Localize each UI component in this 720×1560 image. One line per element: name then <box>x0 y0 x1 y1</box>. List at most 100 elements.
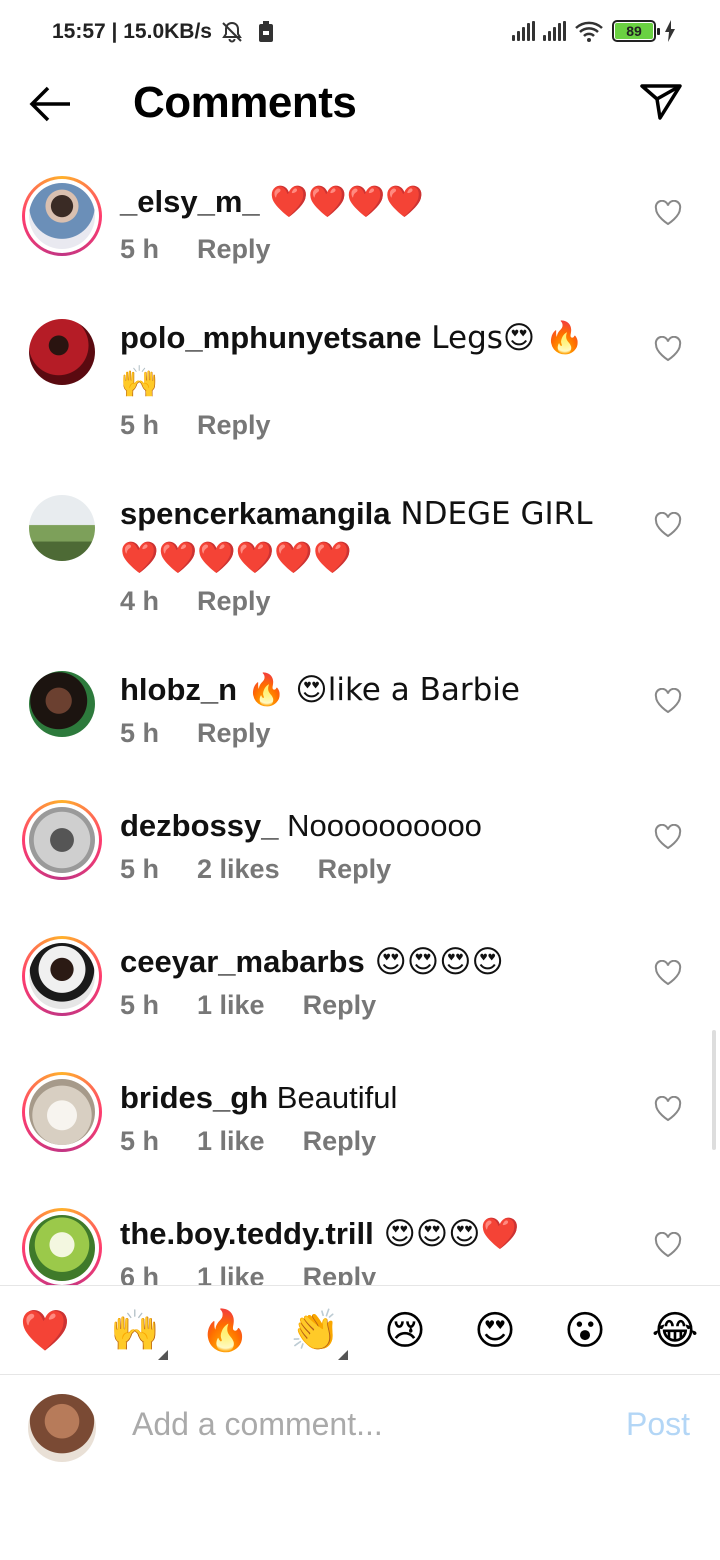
back-arrow-icon[interactable] <box>28 84 74 124</box>
skin-tone-indicator-icon <box>158 1350 168 1360</box>
comment-username[interactable]: _elsy_m_ <box>120 184 260 219</box>
comment-meta: 5 h 1 like Reply <box>120 990 376 1021</box>
charging-bolt-icon <box>665 20 675 42</box>
emoji-quick-bar: ❤️ 🙌 🔥 👏 😢 😍 😮 😂 <box>0 1285 720 1375</box>
status-bar: 15:57 | 15.0KB/s 89 <box>0 0 720 66</box>
comment-meta: 5 h 2 likes Reply <box>120 854 391 885</box>
comment-username[interactable]: brides_gh <box>120 1080 268 1115</box>
comment-body: Beautiful <box>268 1080 398 1115</box>
comment-time: 5 h <box>120 410 160 440</box>
heart-outline-icon[interactable] <box>654 960 682 986</box>
comment-meta: 6 h 1 like Reply <box>120 1262 376 1285</box>
comment-likes[interactable]: 1 like <box>197 1126 265 1157</box>
comment-text: hlobz_n 🔥 😍like a Barbie <box>120 668 610 712</box>
comment-username[interactable]: the.boy.teddy.trill <box>120 1216 374 1251</box>
comment-item: _elsy_m_ ❤️❤️❤️❤️ 5 h Reply <box>0 168 720 298</box>
heart-emoji-button[interactable]: ❤️ <box>20 1306 70 1356</box>
avatar[interactable] <box>22 312 102 392</box>
comment-item: dezbossy_ Noooooooooo 5 h 2 likes Reply <box>0 792 720 922</box>
battery-icon: 89 <box>612 20 660 42</box>
comment-text: ceeyar_mabarbs 😍😍😍😍 <box>120 940 610 984</box>
comment-time: 5 h <box>120 234 160 264</box>
comment-likes[interactable]: 2 likes <box>197 854 280 885</box>
avatar[interactable] <box>22 1072 102 1152</box>
heart-outline-icon[interactable] <box>654 688 682 714</box>
surprised-emoji-button[interactable]: 😮 <box>560 1306 610 1356</box>
comment-item: hlobz_n 🔥 😍like a Barbie 5 h Reply <box>0 656 720 786</box>
crying-emoji-button[interactable]: 😢 <box>380 1306 430 1356</box>
comment-username[interactable]: ceeyar_mabarbs <box>120 944 365 979</box>
reply-button[interactable]: Reply <box>197 410 271 441</box>
reply-button[interactable]: Reply <box>303 1262 377 1285</box>
comment-body: 😍😍😍😍 <box>364 944 504 980</box>
page-title: Comments <box>133 78 357 127</box>
comment-body: Noooooooooo <box>278 808 482 843</box>
comment-time: 5 h <box>120 1126 160 1156</box>
comment-item: the.boy.teddy.trill 😍😍😍❤️ 6 h 1 like Rep… <box>0 1200 720 1285</box>
clapping-emoji: 👏 <box>290 1308 340 1354</box>
comment-likes[interactable]: 1 like <box>197 1262 265 1285</box>
muted-bell-icon <box>222 21 242 43</box>
comment-composer: Add a comment... Post <box>0 1376 720 1476</box>
status-left: 15:57 | 15.0KB/s <box>52 20 274 44</box>
sim-card-icon <box>258 21 273 42</box>
heart-outline-icon[interactable] <box>654 512 682 538</box>
avatar[interactable] <box>22 800 102 880</box>
comment-time: 4 h <box>120 586 160 616</box>
header: Comments <box>0 66 720 146</box>
comment-body: 🔥 😍like a Barbie <box>237 672 520 708</box>
raising-hands-emoji-button[interactable]: 🙌 <box>110 1306 168 1360</box>
skin-tone-indicator-icon <box>338 1350 348 1360</box>
comment-username[interactable]: polo_mphunyetsane <box>120 320 421 355</box>
comment-meta: 5 h Reply <box>120 234 271 265</box>
heart-outline-icon[interactable] <box>654 200 682 226</box>
comment-time: 5 h <box>120 854 160 884</box>
heart-outline-icon[interactable] <box>654 824 682 850</box>
comment-time: 5 h <box>120 990 160 1020</box>
avatar[interactable] <box>22 664 102 744</box>
signal-strength-2-icon <box>543 21 566 41</box>
comment-list[interactable]: _elsy_m_ ❤️❤️❤️❤️ 5 h Reply polo_mphunye… <box>0 168 720 1285</box>
avatar[interactable] <box>22 936 102 1016</box>
reply-button[interactable]: Reply <box>197 586 271 617</box>
my-avatar <box>28 1394 96 1462</box>
comment-username[interactable]: dezbossy_ <box>120 808 279 843</box>
reply-button[interactable]: Reply <box>197 234 271 265</box>
laughing-emoji-button[interactable]: 😂 <box>650 1306 700 1356</box>
avatar[interactable] <box>22 176 102 256</box>
heart-outline-icon[interactable] <box>654 1232 682 1258</box>
comment-username[interactable]: spencerkamangila <box>120 496 391 531</box>
post-button[interactable]: Post <box>626 1406 690 1443</box>
comment-item: polo_mphunyetsane Legs😍 🔥 🙌 5 h Reply <box>0 304 720 474</box>
heart-outline-icon[interactable] <box>654 1096 682 1122</box>
comment-text: brides_gh Beautiful <box>120 1076 610 1120</box>
heart-eyes-emoji-button[interactable]: 😍 <box>470 1306 520 1356</box>
reply-button[interactable]: Reply <box>303 990 377 1021</box>
comment-meta: 4 h Reply <box>120 586 271 617</box>
scrollbar[interactable] <box>712 1030 716 1150</box>
reply-button[interactable]: Reply <box>318 854 392 885</box>
comment-text: the.boy.teddy.trill 😍😍😍❤️ <box>120 1212 610 1256</box>
comment-likes[interactable]: 1 like <box>197 990 265 1021</box>
avatar[interactable] <box>22 488 102 568</box>
reply-button[interactable]: Reply <box>303 1126 377 1157</box>
send-icon[interactable] <box>638 82 684 122</box>
clapping-emoji-button[interactable]: 👏 <box>290 1306 348 1360</box>
avatar[interactable] <box>22 1208 102 1285</box>
comment-meta: 5 h 1 like Reply <box>120 1126 376 1157</box>
comment-item: spencerkamangila NDEGE GIRL ❤️❤️❤️❤️❤️❤️… <box>0 480 720 650</box>
battery-level: 89 <box>615 23 653 39</box>
reply-button[interactable]: Reply <box>197 718 271 749</box>
fire-emoji-button[interactable]: 🔥 <box>200 1306 250 1356</box>
heart-outline-icon[interactable] <box>654 336 682 362</box>
status-time-speed: 15:57 | 15.0KB/s <box>52 20 212 43</box>
comment-item: brides_gh Beautiful 5 h 1 like Reply <box>0 1064 720 1194</box>
comment-text: dezbossy_ Noooooooooo <box>120 804 610 848</box>
comment-input[interactable]: Add a comment... <box>132 1406 383 1443</box>
signal-strength-icon <box>512 21 535 41</box>
wifi-icon <box>575 21 603 42</box>
comment-meta: 5 h Reply <box>120 718 271 749</box>
comment-time: 5 h <box>120 718 160 748</box>
comment-username[interactable]: hlobz_n <box>120 672 237 707</box>
comment-meta: 5 h Reply <box>120 410 271 441</box>
